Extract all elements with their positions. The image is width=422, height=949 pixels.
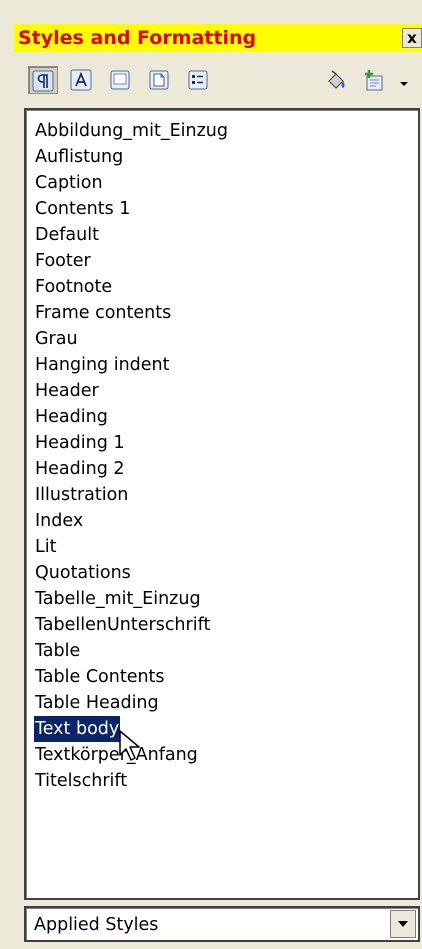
styles-list: Abbildung_mit_Einzug Auflistung Caption Con… — [34, 118, 229, 794]
list-item[interactable]: Index — [34, 508, 84, 534]
list-item[interactable]: Quotations — [34, 560, 132, 586]
list-item[interactable]: Grau — [34, 326, 79, 352]
list-item[interactable]: Header — [34, 378, 100, 404]
list-item[interactable]: Illustration — [34, 482, 129, 508]
list-item[interactable]: Table Contents — [34, 664, 166, 690]
styles-listbox[interactable]: Abbildung_mit_Einzug Auflistung Caption Con… — [24, 108, 420, 900]
style-filter-value: Applied Styles — [34, 915, 159, 935]
frame-styles-icon — [110, 70, 130, 90]
character-styles-icon — [70, 69, 92, 91]
style-family-toolbar — [14, 56, 422, 102]
list-item[interactable]: Footer — [34, 248, 92, 274]
list-item[interactable]: Table Heading — [34, 690, 160, 716]
paragraph-styles-icon — [32, 70, 54, 92]
list-item[interactable]: Heading 2 — [34, 456, 126, 482]
page-styles-button[interactable] — [145, 66, 175, 94]
mouse-pointer-icon — [119, 730, 140, 761]
chevron-down-icon — [398, 921, 408, 927]
list-item[interactable]: Abbildung_mit_Einzug — [34, 118, 229, 144]
chevron-down-icon — [400, 82, 408, 86]
list-item[interactable]: Titelschrift — [34, 768, 128, 794]
style-filter-dropdown-button[interactable] — [390, 910, 416, 938]
list-item[interactable]: Frame contents — [34, 300, 172, 326]
list-item[interactable]: Default — [34, 222, 100, 248]
list-item[interactable]: Tabelle_mit_Einzug — [34, 586, 202, 612]
list-item-selected[interactable]: Text body — [34, 716, 121, 742]
list-item[interactable]: Heading 1 — [34, 430, 126, 456]
paragraph-styles-button[interactable] — [28, 66, 58, 94]
panel-titlebar[interactable]: Styles and Formatting x — [14, 24, 422, 52]
list-item[interactable]: Textkörper_Anfang — [34, 742, 199, 768]
list-item[interactable]: Heading — [34, 404, 109, 430]
list-item[interactable]: Lit — [34, 534, 57, 560]
fill-format-mode-icon — [328, 70, 345, 89]
close-button[interactable]: x — [402, 28, 422, 48]
style-filter-dropdown[interactable]: Applied Styles — [24, 906, 420, 942]
character-styles-button[interactable] — [67, 66, 97, 94]
list-styles-button[interactable] — [184, 66, 214, 94]
page-styles-icon — [149, 70, 169, 90]
new-style-dropdown-arrow[interactable] — [397, 76, 411, 90]
panel-title: Styles and Formatting — [18, 27, 257, 49]
frame-styles-button[interactable] — [106, 66, 136, 94]
list-styles-icon — [188, 70, 208, 90]
new-style-from-selection-icon — [365, 70, 383, 91]
new-style-from-selection-button[interactable] — [359, 66, 389, 94]
styles-and-formatting-panel: Styles and Formatting x Abbildung_mit_Ei… — [0, 0, 422, 949]
list-item[interactable]: Contents 1 — [34, 196, 131, 222]
list-item[interactable]: Footnote — [34, 274, 113, 300]
list-item[interactable]: Table — [34, 638, 81, 664]
list-item[interactable]: Auflistung — [34, 144, 124, 170]
fill-format-mode-button[interactable] — [321, 66, 351, 94]
list-item[interactable]: Caption — [34, 170, 104, 196]
list-item[interactable]: TabellenUnterschrift — [34, 612, 211, 638]
list-item[interactable]: Hanging indent — [34, 352, 171, 378]
